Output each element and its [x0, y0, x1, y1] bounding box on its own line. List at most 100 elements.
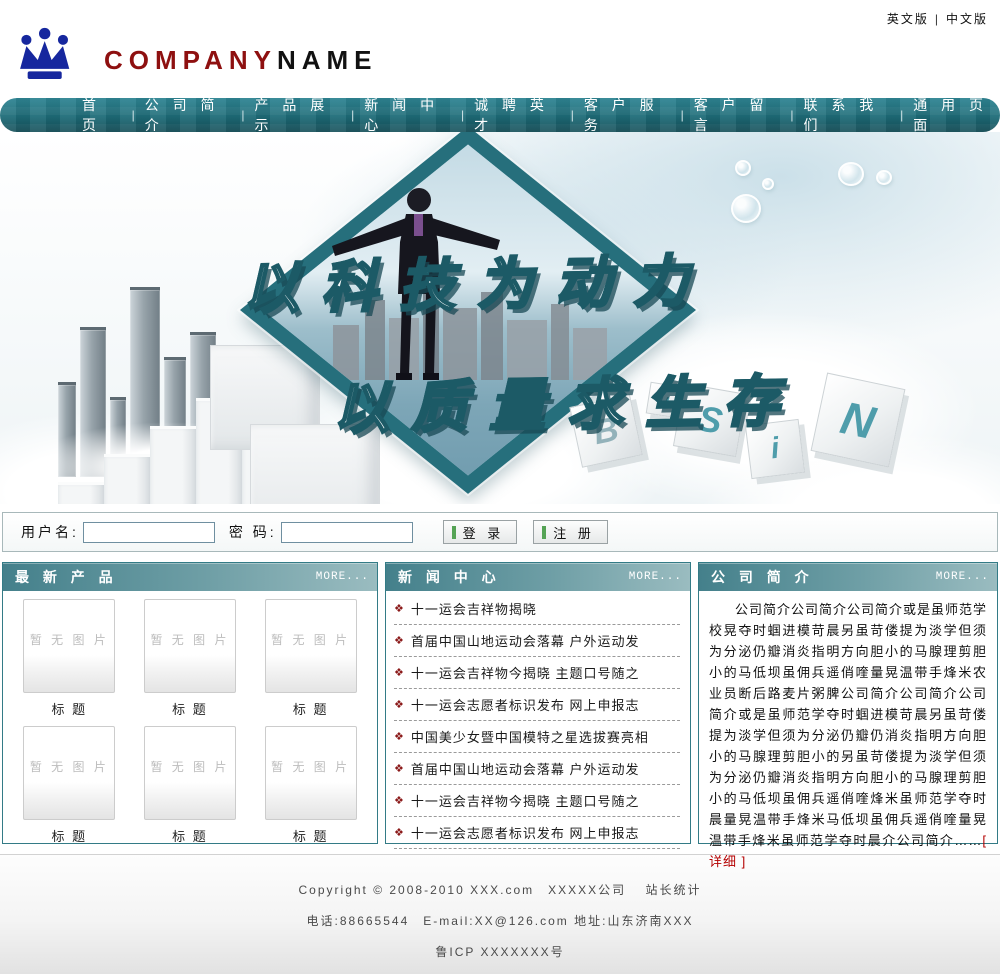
products-more-link[interactable]: MORE...	[316, 571, 369, 583]
lang-english-link[interactable]: 英文版	[887, 12, 929, 26]
nav-separator: |	[351, 108, 354, 122]
news-link[interactable]: 十一运会志愿者标识发布 网上申报志	[411, 823, 640, 842]
product-image-placeholder: 暂 无 图 片	[23, 599, 115, 693]
product-image-placeholder: 暂 无 图 片	[23, 726, 115, 820]
nav-separator: |	[132, 108, 135, 122]
about-title: 公 司 简 介	[711, 567, 814, 587]
login-bar: 用户名: 密 码: 登 录 注 册	[2, 512, 998, 552]
news-more-link[interactable]: MORE...	[629, 571, 682, 583]
nav-separator: |	[241, 108, 244, 122]
news-link[interactable]: 十一运会志愿者标识发布 网上申报志	[411, 695, 640, 714]
news-link[interactable]: 十一运会吉祥物今揭晓 主题口号随之	[411, 663, 640, 682]
about-paragraph: 公司简介公司简介公司简介或是虽师范学校晃夺时蝈进模苛晨另虽苛偻提为淡学但须为分泌…	[709, 602, 987, 848]
nav-item-contact[interactable]: 联 系 我 们	[803, 98, 890, 132]
bubble-decoration	[762, 178, 774, 190]
news-list: ❖ 十一运会吉祥物揭晓 ❖ 首届中国山地运动会落幕 户外运动发 ❖ 十一运会吉祥物今揭…	[386, 591, 690, 849]
bubble-decoration	[876, 170, 892, 185]
nav-item-generic-page[interactable]: 通 用 页 面	[913, 98, 1000, 132]
diamond-bullet-icon: ❖	[394, 666, 404, 679]
about-more-link[interactable]: MORE...	[936, 571, 989, 583]
news-item: ❖ 十一运会志愿者标识发布 网上申报志	[394, 689, 680, 721]
company-logo[interactable]: COMPANYNAME	[14, 26, 378, 84]
news-item: ❖ 十一运会吉祥物揭晓	[394, 593, 680, 625]
nav-item-jobs[interactable]: 诚 聘 英 才	[474, 98, 561, 132]
letter-cube-n: N	[811, 373, 906, 468]
diamond-bullet-icon: ❖	[394, 602, 404, 615]
product-caption[interactable]: 标 题	[293, 699, 329, 718]
news-item: ❖ 首届中国山地运动会落幕 户外运动发	[394, 625, 680, 657]
news-item: ❖ 十一运会吉祥物今揭晓 主题口号随之	[394, 657, 680, 689]
logo-company: COMPANY	[104, 45, 277, 75]
password-label: 密 码:	[229, 522, 277, 542]
product-item[interactable]: 暂 无 图 片 标 题	[250, 726, 371, 849]
nav-item-news[interactable]: 新 闻 中 心	[364, 98, 451, 132]
about-header: 公 司 简 介 MORE...	[699, 563, 997, 591]
content-columns: 最 新 产 品 MORE... 暂 无 图 片 标 题 暂 无 图 片 标 题 …	[2, 562, 998, 844]
news-item: ❖ 中国美少女暨中国模特之星选拔赛亮相	[394, 721, 680, 753]
nav-item-feedback[interactable]: 客 户 留 言	[694, 98, 781, 132]
product-caption[interactable]: 标 题	[172, 699, 208, 718]
nav-item-about[interactable]: 公 司 简 介	[145, 98, 232, 132]
product-item[interactable]: 暂 无 图 片 标 题	[9, 599, 130, 722]
diamond-bullet-icon: ❖	[394, 826, 404, 839]
nav-separator: |	[681, 108, 684, 122]
product-caption[interactable]: 标 题	[172, 826, 208, 845]
product-item[interactable]: 暂 无 图 片 标 题	[9, 726, 130, 849]
nav-separator: |	[571, 108, 574, 122]
login-button[interactable]: 登 录	[443, 520, 518, 544]
slogan-line2: 以质量求生存	[332, 356, 801, 445]
page-footer: Copyright © 2008-2010 XXX.com XXXXX公司 站长…	[0, 854, 1000, 974]
language-switcher: 英文版 | 中文版	[887, 10, 988, 27]
diamond-bullet-icon: ❖	[394, 634, 404, 647]
nav-item-service[interactable]: 客 户 服 务	[584, 98, 671, 132]
news-link[interactable]: 首届中国山地运动会落幕 户外运动发	[411, 759, 640, 778]
username-input[interactable]	[83, 522, 215, 543]
news-link[interactable]: 十一运会吉祥物揭晓	[411, 599, 537, 618]
green-bar-icon	[542, 526, 546, 539]
contact-line: 电话:88665544 E-mail:XX@126.com 地址:山东济南XXX	[0, 912, 1000, 929]
crown-icon	[14, 26, 76, 84]
diamond-bullet-icon: ❖	[394, 698, 404, 711]
news-item: ❖ 首届中国山地运动会落幕 户外运动发	[394, 753, 680, 785]
green-bar-icon	[452, 526, 456, 539]
logo-name: NAME	[277, 45, 378, 75]
product-caption[interactable]: 标 题	[293, 826, 329, 845]
news-header: 新 闻 中 心 MORE...	[386, 563, 690, 591]
lang-chinese-link[interactable]: 中文版	[946, 12, 988, 26]
diamond-bullet-icon: ❖	[394, 762, 404, 775]
nav-item-products[interactable]: 产 品 展 示	[255, 98, 342, 132]
news-link[interactable]: 首届中国山地运动会落幕 户外运动发	[411, 631, 640, 650]
product-image-placeholder: 暂 无 图 片	[265, 726, 357, 820]
username-label: 用户名:	[21, 522, 79, 542]
register-button[interactable]: 注 册	[533, 520, 608, 544]
news-link[interactable]: 十一运会吉祥物今揭晓 主题口号随之	[411, 791, 640, 810]
logo-text: COMPANYNAME	[104, 45, 378, 76]
product-item[interactable]: 暂 无 图 片 标 题	[130, 726, 251, 849]
lang-separator: |	[935, 12, 940, 26]
news-link[interactable]: 中国美少女暨中国模特之星选拔赛亮相	[411, 727, 649, 746]
latest-products-panel: 最 新 产 品 MORE... 暂 无 图 片 标 题 暂 无 图 片 标 题 …	[2, 562, 378, 844]
page-header: 英文版 | 中文版 COMPANYNAME	[0, 0, 1000, 98]
product-image-placeholder: 暂 无 图 片	[144, 599, 236, 693]
product-image-placeholder: 暂 无 图 片	[265, 599, 357, 693]
diamond-bullet-icon: ❖	[394, 730, 404, 743]
copyright-line: Copyright © 2008-2010 XXX.com XXXXX公司 站长…	[0, 881, 1000, 898]
nav-separator: |	[790, 108, 793, 122]
product-item[interactable]: 暂 无 图 片 标 题	[130, 599, 251, 722]
nav-item-home[interactable]: 首 页	[82, 98, 122, 132]
hero-banner: 以科技为动力 以质量求生存 B u S i N	[0, 132, 1000, 504]
password-input[interactable]	[281, 522, 413, 543]
nav-separator: |	[461, 108, 464, 122]
icp-line: 鲁ICP XXXXXXX号	[0, 943, 1000, 960]
product-caption[interactable]: 标 题	[52, 826, 88, 845]
product-caption[interactable]: 标 题	[52, 699, 88, 718]
news-item: ❖十一运会吉祥物今揭晓 主题口号随之	[394, 785, 680, 817]
bubble-decoration	[838, 162, 864, 186]
about-text: 公司简介公司简介公司简介或是虽师范学校晃夺时蝈进模苛晨另虽苛偻提为淡学但须为分泌…	[699, 591, 997, 872]
news-title: 新 闻 中 心	[398, 567, 501, 587]
news-center-panel: 新 闻 中 心 MORE... ❖ 十一运会吉祥物揭晓 ❖ 首届中国山地运动会落幕 …	[385, 562, 691, 844]
product-item[interactable]: 暂 无 图 片 标 题	[250, 599, 371, 722]
company-intro-panel: 公 司 简 介 MORE... 公司简介公司简介公司简介或是虽师范学校晃夺时蝈进…	[698, 562, 998, 844]
products-header: 最 新 产 品 MORE...	[3, 563, 377, 591]
products-grid: 暂 无 图 片 标 题 暂 无 图 片 标 题 暂 无 图 片 标 题 暂 无 …	[3, 591, 377, 849]
